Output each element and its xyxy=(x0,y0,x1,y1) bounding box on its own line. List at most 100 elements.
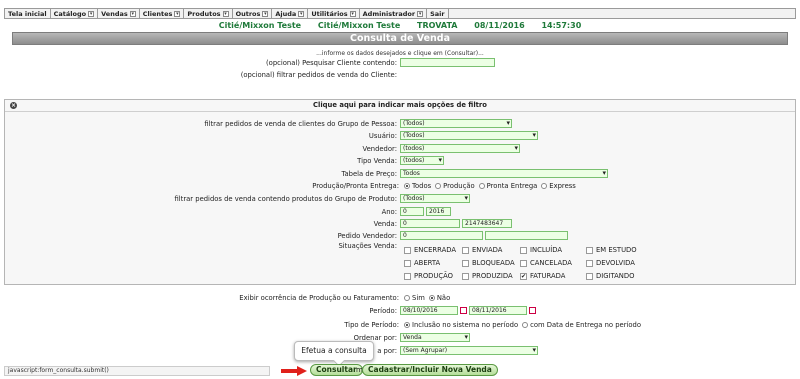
chevron-down-icon[interactable]: ▾ xyxy=(129,10,136,17)
chevron-down-icon[interactable]: ▾ xyxy=(88,10,95,17)
venda-from-input[interactable]: 0 xyxy=(400,219,460,228)
producao-pronta-label: Pronta Entrega xyxy=(486,182,538,190)
periodo-label: Período: xyxy=(369,306,397,315)
expand-icon[interactable]: × xyxy=(10,102,17,109)
situacao-checkbox[interactable] xyxy=(462,259,469,267)
ocorrencia-sim-radio[interactable] xyxy=(404,295,410,301)
client-search-input[interactable] xyxy=(400,58,495,67)
periodo-row: Período: 08/10/2016 08/11/2016 xyxy=(0,306,538,315)
menu-item-ajuda[interactable]: Ajuda ▾ xyxy=(272,9,309,18)
situacao-checkbox[interactable] xyxy=(586,259,593,267)
tabela-preco-select[interactable]: Todos xyxy=(400,169,608,178)
status-line: Citié/Mixxon Teste Citié/Mixxon Teste TR… xyxy=(0,21,800,30)
chevron-down-icon[interactable]: ▾ xyxy=(298,10,305,17)
situacao-checkbox[interactable] xyxy=(586,272,593,280)
pedido-vendedor-from-input[interactable]: 0 xyxy=(400,231,483,240)
producao-producao-label: Produção xyxy=(443,182,475,190)
company-name-2: Citié/Mixxon Teste xyxy=(317,21,401,30)
menu-item-produtos[interactable]: Produtos ▾ xyxy=(184,9,233,18)
usuario-row: Usuário: (Todos) xyxy=(0,131,538,140)
menu-item-cat-logo[interactable]: Catálogo ▾ xyxy=(51,9,99,18)
producao-label: Produção/Pronta Entrega: xyxy=(312,182,399,190)
ano-from-input[interactable]: 0 xyxy=(400,207,424,216)
agrupar-select[interactable]: (Sem Agrupar) xyxy=(400,346,538,355)
grupo-produto-select[interactable]: (Todos) xyxy=(400,194,470,203)
situacao-item: PRODUZIDA xyxy=(462,272,520,280)
producao-producao-radio[interactable] xyxy=(435,183,442,189)
situacao-label: ENCERRADA xyxy=(414,246,457,254)
periodo-to-input[interactable]: 08/11/2016 xyxy=(469,306,527,315)
client-filter-label: (opcional) filtrar pedidos de venda do C… xyxy=(240,71,397,79)
ocorrencia-nao-radio[interactable] xyxy=(428,295,435,301)
venda-to-input[interactable]: 2147483647 xyxy=(462,219,512,228)
client-filter-row: (opcional) filtrar pedidos de venda do C… xyxy=(0,71,400,79)
menu-item-outros[interactable]: Outros ▾ xyxy=(233,9,273,18)
vendedor-select[interactable]: (todos) xyxy=(400,144,520,153)
calendar-icon[interactable] xyxy=(460,307,467,314)
situacao-checkbox[interactable] xyxy=(586,246,593,254)
producao-pronta-radio[interactable] xyxy=(478,183,485,189)
menu-item-vendas[interactable]: Vendas ▾ xyxy=(98,9,140,18)
situacao-label: PRODUÇÃO xyxy=(414,272,454,280)
venda-row: Venda: 0 2147483647 xyxy=(0,219,512,228)
arrow-right-icon xyxy=(281,366,307,376)
consultar-tooltip: Efetua a consulta xyxy=(294,341,374,361)
venda-label: Venda: xyxy=(373,219,397,228)
producao-todos-radio[interactable] xyxy=(404,183,410,189)
ocorrencia-row: Exibir ocorrência de Produção ou Faturam… xyxy=(0,294,450,302)
tabela-preco-label: Tabela de Preço: xyxy=(341,169,397,178)
filter-options-header[interactable]: × Clique aqui para indicar mais opções d… xyxy=(5,100,795,112)
chevron-down-icon[interactable]: ▾ xyxy=(174,10,181,17)
situacao-checkbox[interactable] xyxy=(404,246,411,254)
situacao-label: FATURADA xyxy=(530,272,566,280)
situacao-checkbox[interactable] xyxy=(520,259,527,267)
cadastrar-venda-button[interactable]: Cadastrar/Incluir Nova Venda xyxy=(362,364,498,376)
menu-item-administrador[interactable]: Administrador ▾ xyxy=(360,9,428,18)
ano-to-input[interactable]: 2016 xyxy=(426,207,451,216)
situacao-checkbox[interactable] xyxy=(520,246,527,254)
ocorrencia-nao-label: Não xyxy=(436,294,451,302)
chevron-down-icon[interactable]: ▾ xyxy=(349,10,356,17)
situacao-checkbox[interactable] xyxy=(462,246,469,254)
tipo-periodo-row: Tipo de Período: Inclusão no sistema no … xyxy=(0,321,641,329)
situacao-item: DEVOLVIDA xyxy=(586,259,646,267)
menu-item-sair[interactable]: Sair xyxy=(427,9,449,18)
tipo-venda-select[interactable]: (todos) xyxy=(400,156,444,165)
producao-row: Produção/Pronta Entrega: Todos Produção … xyxy=(0,182,576,190)
menu-item-tela-inicial[interactable]: Tela inicial xyxy=(5,9,51,18)
chevron-down-icon[interactable]: ▾ xyxy=(417,10,424,17)
tipo-periodo-entrega-label: com Data de Entrega no período xyxy=(530,321,642,329)
ordenar-select[interactable]: Venda xyxy=(400,333,470,342)
menu-item-label: Vendas xyxy=(101,9,128,18)
menu-item-clientes[interactable]: Clientes ▾ xyxy=(140,9,185,18)
situacao-checkbox[interactable] xyxy=(462,272,469,280)
situacao-item: BLOQUEADA xyxy=(462,259,520,267)
situacao-checkbox[interactable] xyxy=(404,272,411,280)
menu-item-utilit-rios[interactable]: Utilitários ▾ xyxy=(308,9,360,18)
menu-item-label: Ajuda xyxy=(275,9,297,18)
situacoes-row: Situações Venda: xyxy=(0,242,400,250)
browser-status-bar: javascript:form_consulta.submit() xyxy=(4,366,270,376)
calendar-icon[interactable] xyxy=(529,307,536,314)
tipo-periodo-inclusao-radio[interactable] xyxy=(404,322,410,328)
menu-item-label: Sair xyxy=(430,9,445,18)
tipo-venda-label: Tipo Venda: xyxy=(357,156,397,165)
situacao-label: ABERTA xyxy=(414,259,441,267)
tipo-periodo-entrega-radio[interactable] xyxy=(522,322,529,328)
menu-item-label: Utilitários xyxy=(311,9,348,18)
producao-express-radio[interactable] xyxy=(541,183,548,189)
situacao-item: ENVIADA xyxy=(462,246,520,254)
user-name: TROVATA xyxy=(417,21,458,30)
situacao-label: PRODUZIDA xyxy=(472,272,513,280)
situacoes-label: Situações Venda: xyxy=(338,242,397,250)
consultar-button[interactable]: Consultar xyxy=(310,364,363,376)
situacao-checkbox[interactable] xyxy=(404,259,411,267)
chevron-down-icon[interactable]: ▾ xyxy=(262,10,269,17)
usuario-select[interactable]: (Todos) xyxy=(400,131,538,140)
chevron-down-icon[interactable]: ▾ xyxy=(222,10,229,17)
situacao-checkbox[interactable]: ✔ xyxy=(520,272,527,280)
pedido-vendedor-to-input[interactable] xyxy=(485,231,568,240)
situacao-label: EM ESTUDO xyxy=(596,246,637,254)
periodo-from-input[interactable]: 08/10/2016 xyxy=(400,306,458,315)
grupo-pessoa-select[interactable]: (Todos) xyxy=(400,119,512,128)
